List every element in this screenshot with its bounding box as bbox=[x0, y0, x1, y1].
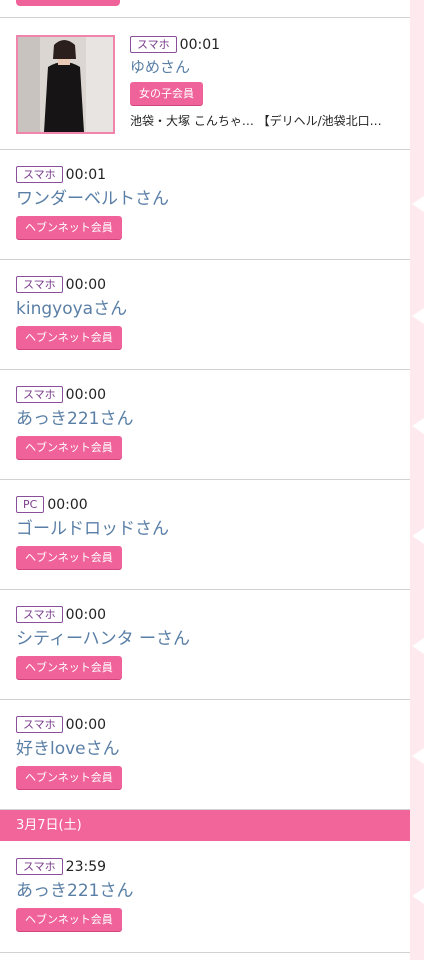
member-badge: ヘブンネット会員 bbox=[16, 766, 122, 789]
visit-time: 00:00 bbox=[65, 386, 107, 403]
device-badge: PC bbox=[16, 496, 45, 513]
device-badge: スマホ bbox=[16, 716, 63, 733]
member-badge: ヘブンネット会員 bbox=[16, 216, 122, 239]
visitor-name[interactable]: 好きloveさん bbox=[16, 738, 410, 760]
visitor-name[interactable]: シティーハンタ ーさん bbox=[16, 628, 410, 650]
visit-time: 23:59 bbox=[65, 858, 107, 875]
visitor-name[interactable]: ワンダーベルトさん bbox=[16, 188, 410, 210]
side-rail bbox=[410, 0, 424, 960]
member-badge: ヘブンネット会員 bbox=[16, 436, 122, 459]
list-item[interactable]: スマホ 00:01 ワンダーベルトさん ヘブンネット会員 bbox=[0, 150, 410, 260]
visitor-name[interactable]: ゴールドロッドさん bbox=[16, 518, 410, 540]
visit-time: 00:00 bbox=[65, 716, 107, 733]
list-item[interactable]: PC 00:00 ゴールドロッドさん ヘブンネット会員 bbox=[0, 480, 410, 590]
rail-notch bbox=[412, 748, 424, 764]
member-badge: ヘブンネット会員 bbox=[16, 546, 122, 569]
device-badge: スマホ bbox=[16, 386, 63, 403]
member-badge: ヘブンネット会員 bbox=[16, 656, 122, 679]
device-badge: スマホ bbox=[130, 36, 177, 53]
device-badge: スマホ bbox=[16, 166, 63, 183]
visit-time: 00:01 bbox=[179, 36, 221, 53]
rail-notch bbox=[412, 888, 424, 904]
list-item[interactable]: スマホ 00:01 ゆめさん 女の子会員 池袋・大塚 こんちゃ… 【デリヘル/池袋… bbox=[0, 18, 410, 150]
visit-time: 00:00 bbox=[65, 276, 107, 293]
list-item[interactable]: スマホ 00:00 あっき221さん ヘブンネット会員 bbox=[0, 370, 410, 480]
visit-time: 00:00 bbox=[47, 496, 88, 513]
avatar-photo bbox=[18, 37, 113, 132]
avatar[interactable] bbox=[16, 35, 115, 134]
previous-row-cutoff bbox=[0, 0, 410, 18]
shop-info[interactable]: 池袋・大塚 こんちゃ… 【デリヘル/池袋北口… bbox=[130, 112, 404, 129]
member-badge: 女の子会員 bbox=[130, 82, 203, 105]
device-badge: スマホ bbox=[16, 606, 63, 623]
access-history-page: スマホ 00:01 ゆめさん 女の子会員 池袋・大塚 こんちゃ… 【デリヘル/池袋… bbox=[0, 0, 424, 960]
rail-notch bbox=[412, 638, 424, 654]
date-header: 3月7日(土) bbox=[0, 810, 410, 841]
list-item[interactable]: スマホ 00:00 kingyoyaさん ヘブンネット会員 bbox=[0, 260, 410, 370]
visitor-list: スマホ 00:01 ゆめさん 女の子会員 池袋・大塚 こんちゃ… 【デリヘル/池袋… bbox=[0, 0, 410, 953]
list-item[interactable]: スマホ 23:59 あっき221さん ヘブンネット会員 bbox=[0, 841, 410, 953]
visit-time: 00:00 bbox=[65, 606, 107, 623]
list-item[interactable]: スマホ 00:00 シティーハンタ ーさん ヘブンネット会員 bbox=[0, 590, 410, 700]
visitor-meta: スマホ 00:01 ゆめさん 女の子会員 池袋・大塚 こんちゃ… 【デリヘル/池袋… bbox=[130, 34, 404, 129]
visitor-name[interactable]: あっき221さん bbox=[16, 408, 410, 430]
visitor-name[interactable]: ゆめさん bbox=[130, 56, 404, 78]
badge-cutoff bbox=[16, 0, 120, 6]
list-item[interactable]: スマホ 00:00 好きloveさん ヘブンネット会員 bbox=[0, 700, 410, 810]
visit-time: 00:01 bbox=[65, 166, 107, 183]
visitor-name[interactable]: あっき221さん bbox=[16, 880, 410, 902]
rail-notch bbox=[412, 308, 424, 324]
visitor-name[interactable]: kingyoyaさん bbox=[16, 298, 410, 320]
device-badge: スマホ bbox=[16, 858, 63, 875]
rail-notch bbox=[412, 196, 424, 212]
rail-notch bbox=[412, 528, 424, 544]
device-badge: スマホ bbox=[16, 276, 63, 293]
rail-notch bbox=[412, 418, 424, 434]
member-badge: ヘブンネット会員 bbox=[16, 326, 122, 349]
member-badge: ヘブンネット会員 bbox=[16, 908, 122, 931]
